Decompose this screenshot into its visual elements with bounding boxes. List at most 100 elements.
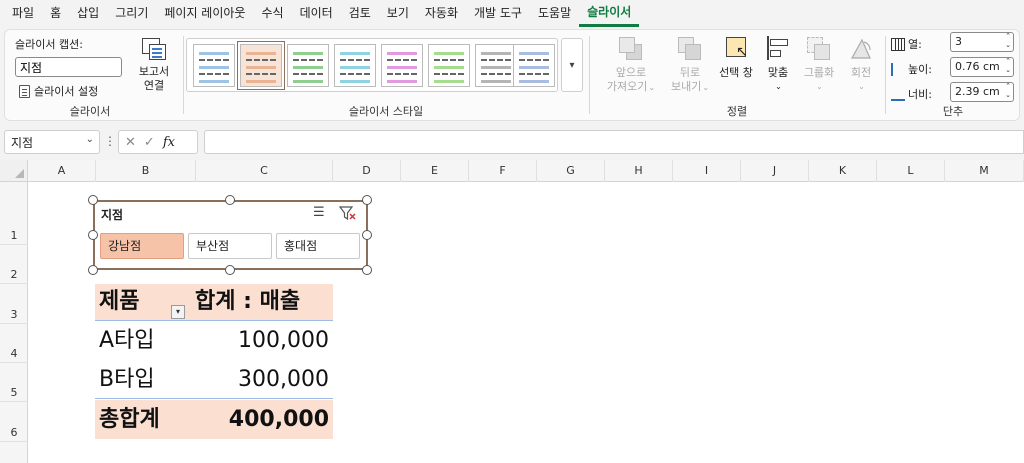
column-header-g[interactable]: G bbox=[537, 160, 605, 182]
slicer-style-light-3[interactable] bbox=[287, 44, 329, 87]
columns-spinner[interactable]: 3 bbox=[950, 32, 1014, 52]
pivot-row-product[interactable]: A타입 bbox=[99, 323, 155, 359]
clear-filter-icon[interactable] bbox=[338, 205, 357, 221]
row-header-6-label: 6 bbox=[10, 426, 18, 439]
column-header-c[interactable]: C bbox=[196, 160, 333, 182]
tab-help[interactable]: 도움말 bbox=[530, 0, 579, 27]
slicer-style-dark-2[interactable] bbox=[513, 44, 555, 87]
resize-handle-right[interactable] bbox=[362, 230, 372, 240]
slicer-settings-label: 슬라이서 설정 bbox=[34, 85, 99, 98]
slicer-settings-button[interactable]: 슬라이서 설정 bbox=[19, 83, 98, 99]
column-header-m[interactable]: M bbox=[945, 160, 1024, 182]
selection-pane-icon: ↖ bbox=[723, 36, 749, 62]
slicer-item-busan[interactable]: 부산점 bbox=[188, 233, 272, 259]
resize-handle-left[interactable] bbox=[88, 230, 98, 240]
tab-home[interactable]: 홈 bbox=[42, 0, 69, 27]
column-header-f[interactable]: F bbox=[469, 160, 537, 182]
group-label: 그룹화 bbox=[803, 66, 835, 79]
row-header-4[interactable]: 4 bbox=[0, 324, 28, 363]
slicer-group: 슬라이서 캡션: 슬라이서 설정 보고서 연결 슬라이서 bbox=[5, 30, 183, 122]
row-header-1[interactable]: 1 bbox=[0, 182, 28, 245]
tab-formulas[interactable]: 수식 bbox=[253, 0, 291, 27]
cancel-icon[interactable]: ✕ bbox=[125, 135, 136, 150]
resize-handle-top-left[interactable] bbox=[88, 195, 98, 205]
tab-view[interactable]: 보기 bbox=[379, 0, 417, 27]
pivot-header-sum[interactable]: 합계 : 매출 bbox=[193, 284, 333, 320]
column-header-k[interactable]: K bbox=[809, 160, 877, 182]
bring-forward-button[interactable]: 앞으로 가져오기⌄ bbox=[603, 36, 659, 95]
tab-data[interactable]: 데이터 bbox=[292, 0, 341, 27]
multi-select-icon[interactable]: ☰ bbox=[313, 205, 325, 220]
chevron-down-icon: ⌄ bbox=[648, 83, 656, 92]
enter-icon[interactable]: ✓ bbox=[144, 135, 155, 150]
slicer-style-light-5[interactable] bbox=[381, 44, 423, 87]
column-header-j[interactable]: J bbox=[741, 160, 809, 182]
buttons-group-label: 단추 bbox=[942, 105, 964, 118]
tab-slicer[interactable]: 슬라이서 bbox=[579, 0, 640, 27]
slicer-style-dark-1[interactable] bbox=[475, 44, 517, 87]
row-header-6[interactable]: 6 bbox=[0, 402, 28, 442]
slicer-style-light-1[interactable] bbox=[193, 44, 235, 87]
ribbon: 슬라이서 캡션: 슬라이서 설정 보고서 연결 슬라이서 슬라이서 스타일 bbox=[0, 27, 1024, 124]
row-header-3[interactable]: 3 bbox=[0, 284, 28, 324]
slicer-style-light-2[interactable] bbox=[237, 41, 285, 90]
row-header-2[interactable]: 2 bbox=[0, 245, 28, 284]
align-button[interactable]: 맞춤 ⌄ bbox=[761, 36, 795, 94]
select-all-button[interactable] bbox=[0, 160, 28, 182]
column-header-a[interactable]: A bbox=[28, 160, 96, 182]
resize-handle-top[interactable] bbox=[225, 195, 235, 205]
styles-more-button[interactable]: ▾ bbox=[561, 38, 583, 92]
column-headers: A B C D E F G H I J K L M bbox=[28, 160, 1024, 182]
column-header-h[interactable]: H bbox=[605, 160, 673, 182]
send-backward-button[interactable]: 뒤로 보내기⌄ bbox=[665, 36, 715, 95]
formula-input[interactable] bbox=[204, 130, 1024, 154]
pivot-total-value[interactable]: 400,000 bbox=[193, 400, 333, 439]
column-header-d[interactable]: D bbox=[333, 160, 401, 182]
tab-review[interactable]: 검토 bbox=[341, 0, 379, 27]
tab-automate[interactable]: 자동화 bbox=[417, 0, 466, 27]
tab-file[interactable]: 파일 bbox=[4, 0, 42, 27]
column-header-i[interactable]: I bbox=[673, 160, 741, 182]
column-header-b[interactable]: B bbox=[96, 160, 196, 182]
pivot-total-label[interactable]: 총합계 bbox=[95, 400, 193, 439]
slicer-title: 지점 bbox=[101, 208, 124, 222]
tab-draw[interactable]: 그리기 bbox=[107, 0, 156, 27]
row-header-5[interactable]: 5 bbox=[0, 363, 28, 402]
pivot-row-product[interactable]: B타입 bbox=[99, 362, 155, 398]
column-header-e[interactable]: E bbox=[401, 160, 469, 182]
pivot-row-value[interactable]: 300,000 bbox=[193, 362, 329, 398]
slicer-item-hongdae[interactable]: 홍대점 bbox=[276, 233, 360, 259]
resize-handle-bottom-left[interactable] bbox=[88, 265, 98, 275]
slicer[interactable]: 지점 ☰ 강남점 부산점 홍대점 bbox=[93, 200, 368, 270]
height-spinner[interactable]: 0.76 cm bbox=[950, 57, 1014, 77]
more-options-icon[interactable]: ⋮ bbox=[104, 134, 116, 148]
settings-icon bbox=[19, 84, 30, 98]
formula-bar: 지점 ⌄ ⋮ ✕ ✓ fx bbox=[0, 124, 1024, 160]
slicer-style-light-6[interactable] bbox=[428, 44, 470, 87]
tab-page-layout[interactable]: 페이지 레이아웃 bbox=[156, 0, 253, 27]
tab-developer[interactable]: 개발 도구 bbox=[466, 0, 530, 27]
group-objects-icon bbox=[806, 36, 832, 62]
width-spinner[interactable]: 2.39 cm bbox=[950, 82, 1014, 102]
row-header-2-label: 2 bbox=[10, 268, 18, 281]
rotate-label: 회전 bbox=[850, 66, 872, 79]
slicer-caption-input[interactable] bbox=[15, 57, 122, 77]
height-icon bbox=[891, 62, 905, 76]
report-connections-button[interactable]: 보고서 연결 bbox=[131, 34, 177, 102]
tab-insert[interactable]: 삽입 bbox=[69, 0, 107, 27]
selection-pane-button[interactable]: ↖ 선택 창 bbox=[715, 36, 757, 80]
slicer-styles-label: 슬라이서 스타일 bbox=[348, 105, 424, 118]
pivot-filter-button[interactable]: ▾ bbox=[171, 305, 185, 319]
resize-handle-bottom[interactable] bbox=[225, 265, 235, 275]
resize-handle-bottom-right[interactable] bbox=[362, 265, 372, 275]
slicer-item-gangnam[interactable]: 강남점 bbox=[100, 233, 184, 259]
rotate-button[interactable]: 회전 ⌄ bbox=[843, 36, 879, 94]
insert-function-icon[interactable]: fx bbox=[163, 135, 175, 150]
name-box[interactable]: 지점 ⌄ bbox=[4, 130, 100, 154]
column-header-l[interactable]: L bbox=[877, 160, 945, 182]
group-button[interactable]: 그룹화 ⌄ bbox=[799, 36, 839, 94]
slicer-style-light-4[interactable] bbox=[334, 44, 376, 87]
pivot-row-value[interactable]: 100,000 bbox=[193, 323, 329, 359]
slicer-caption-label: 슬라이서 캡션: bbox=[15, 38, 83, 51]
resize-handle-top-right[interactable] bbox=[362, 195, 372, 205]
